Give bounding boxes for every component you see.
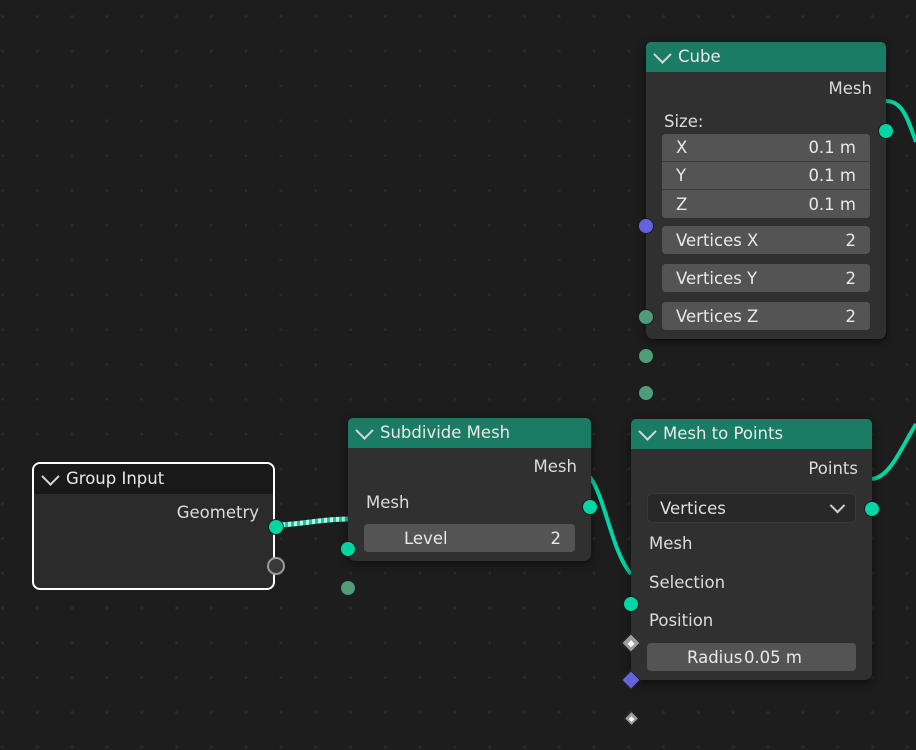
node-subdivide-output-mesh: Mesh xyxy=(348,448,591,484)
field-radius-label: Radius xyxy=(687,647,743,667)
node-cube-size-vector[interactable]: X 0.1 m Y 0.1 m Z 0.1 m xyxy=(662,134,870,218)
input-label-mesh: Mesh xyxy=(366,492,410,512)
node-subdivide-mesh-header[interactable]: Subdivide Mesh xyxy=(348,418,591,448)
socket-mesh-to-points-radius-in[interactable] xyxy=(623,710,640,727)
socket-mesh-to-points-mesh-in[interactable] xyxy=(623,596,639,612)
node-group-input-title: Group Input xyxy=(66,469,165,488)
node-mesh-to-points-output-points: Points xyxy=(631,449,872,487)
node-cube-header[interactable]: Cube xyxy=(646,42,886,72)
field-size-z-value: 0.1 m xyxy=(808,194,856,214)
field-size-y[interactable]: Y 0.1 m xyxy=(662,162,870,190)
socket-cube-vertices-y-in[interactable] xyxy=(638,348,654,364)
socket-cube-size-in[interactable] xyxy=(638,218,654,234)
node-group-input-body: Geometry xyxy=(34,494,273,539)
node-mesh-to-points[interactable]: Mesh to Points Points Vertices Mesh Sele… xyxy=(621,419,880,727)
socket-cube-vertices-z-in[interactable] xyxy=(638,385,654,401)
field-radius[interactable]: Radius 0.05 m xyxy=(647,643,856,671)
node-group-input[interactable]: Group Input Geometry xyxy=(32,462,285,590)
socket-subdivide-mesh-in[interactable] xyxy=(340,541,356,557)
node-mesh-to-points-input-selection: Selection xyxy=(631,563,872,601)
node-mesh-to-points-title: Mesh to Points xyxy=(663,424,784,443)
field-level-label: Level xyxy=(404,528,448,548)
field-vertices-y-value: 2 xyxy=(845,268,857,288)
field-vertices-y-label: Vertices Y xyxy=(676,268,758,288)
node-subdivide-input-mesh: Mesh xyxy=(348,484,591,520)
field-vertices-x[interactable]: Vertices X 2 xyxy=(662,226,870,254)
socket-subdivide-mesh-out[interactable] xyxy=(582,499,598,515)
output-label-points: Points xyxy=(808,458,858,478)
field-size-x-value: 0.1 m xyxy=(808,138,856,157)
socket-mesh-to-points-position-in[interactable] xyxy=(621,670,641,690)
chevron-down-icon[interactable] xyxy=(355,420,374,440)
node-mesh-to-points-header[interactable]: Mesh to Points xyxy=(631,419,872,449)
socket-group-input-new-out[interactable] xyxy=(267,557,285,575)
socket-subdivide-level-in[interactable] xyxy=(340,580,356,596)
output-label-mesh: Mesh xyxy=(828,78,872,98)
chevron-down-icon[interactable] xyxy=(829,497,846,513)
field-vertices-y[interactable]: Vertices Y 2 xyxy=(662,264,870,292)
node-group-input-output-geometry: Geometry xyxy=(34,494,273,530)
input-label-mesh: Mesh xyxy=(649,533,693,553)
field-size-x-label: X xyxy=(676,138,688,157)
field-level[interactable]: Level 2 xyxy=(364,524,575,552)
socket-cube-mesh-out[interactable] xyxy=(878,123,894,139)
field-vertices-z-value: 2 xyxy=(845,306,857,326)
field-size-y-label: Y xyxy=(676,166,687,185)
output-label-geometry: Geometry xyxy=(176,502,259,522)
node-cube-body: Mesh Size: X 0.1 m Y 0.1 m Z 0.1 m Verti… xyxy=(638,72,894,401)
node-subdivide-mesh-body: Mesh Mesh Level 2 xyxy=(340,448,598,596)
field-vertices-x-label: Vertices X xyxy=(676,230,759,250)
node-cube-title: Cube xyxy=(678,47,721,66)
link-subdivide-to-meshtopoints xyxy=(588,475,633,576)
chevron-down-icon[interactable] xyxy=(638,421,657,441)
field-vertices-x-value: 2 xyxy=(845,230,857,250)
node-mesh-to-points-input-position: Position xyxy=(631,601,872,639)
chevron-down-icon[interactable] xyxy=(41,466,60,486)
node-mesh-to-points-input-mesh: Mesh xyxy=(631,523,872,563)
node-group-input-header[interactable]: Group Input xyxy=(34,464,273,494)
field-size-x[interactable]: X 0.1 m xyxy=(662,134,870,162)
node-editor-canvas[interactable]: Cube Mesh Size: X 0.1 m Y 0.1 m Z 0.1 m xyxy=(0,0,916,750)
input-label-selection: Selection xyxy=(649,572,726,592)
socket-group-input-geometry-out[interactable] xyxy=(268,519,284,535)
node-cube[interactable]: Cube Mesh Size: X 0.1 m Y 0.1 m Z 0.1 m xyxy=(638,42,894,401)
socket-cube-vertices-x-in[interactable] xyxy=(638,309,654,325)
node-mesh-to-points-body: Points Vertices Mesh Selection Position … xyxy=(621,449,880,727)
input-label-position: Position xyxy=(649,610,714,630)
chevron-down-icon[interactable] xyxy=(653,44,672,64)
node-cube-output-mesh: Mesh xyxy=(646,72,886,104)
field-size-y-value: 0.1 m xyxy=(808,166,856,185)
field-size-z-label: Z xyxy=(676,194,688,214)
dropdown-selected-value: Vertices xyxy=(660,498,726,518)
node-subdivide-mesh[interactable]: Subdivide Mesh Mesh Mesh Level 2 xyxy=(340,418,598,596)
output-label-mesh: Mesh xyxy=(533,456,577,476)
node-subdivide-mesh-title: Subdivide Mesh xyxy=(380,423,511,442)
node-cube-size-label: Size: xyxy=(664,111,704,131)
field-level-value: 2 xyxy=(550,528,562,548)
socket-mesh-to-points-points-out[interactable] xyxy=(864,501,880,517)
link-group-input-to-subdivide xyxy=(274,516,349,528)
field-radius-value: 0.05 m xyxy=(743,647,802,667)
field-vertices-z-label: Vertices Z xyxy=(676,306,759,326)
field-size-z[interactable]: Z 0.1 m xyxy=(662,190,870,218)
dropdown-mesh-to-points-mode[interactable]: Vertices xyxy=(647,493,856,523)
field-vertices-z[interactable]: Vertices Z 2 xyxy=(662,302,870,330)
link-meshtopoints-points-out xyxy=(871,422,916,481)
